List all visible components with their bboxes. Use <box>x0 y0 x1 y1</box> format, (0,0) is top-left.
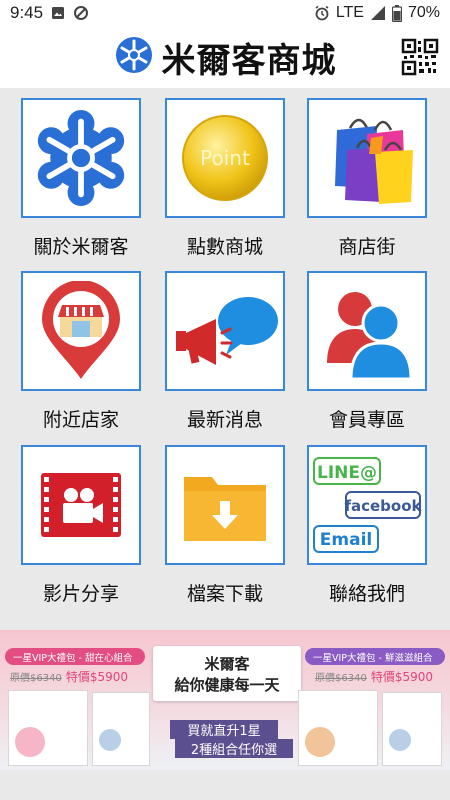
menu-item-nearby-stores[interactable]: 附近店家 <box>11 271 151 441</box>
promo-line1: 買就直升1星 <box>170 720 278 739</box>
brand-logo-icon <box>114 35 154 79</box>
tile-icon-box <box>21 271 141 391</box>
menu-label: 點數商城 <box>186 236 263 258</box>
download-folder-icon <box>184 477 266 541</box>
menu-grid: 關於米爾客 Point 點數商城 商店街 附近店家 最新消息 會員專區 影片分享… <box>0 88 450 628</box>
right-price: 原價$6340 特價$5900 <box>315 668 433 685</box>
menu-label: 商店街 <box>338 236 396 258</box>
menu-item-about[interactable]: 關於米爾客 <box>11 98 151 268</box>
battery-percent: 70% <box>407 4 440 21</box>
signal-icon <box>370 5 386 21</box>
app-title: 米爾客商城 <box>161 40 337 81</box>
qr-code-icon <box>401 38 439 76</box>
status-time: 9:45 <box>10 3 44 22</box>
menu-label: 聯絡我們 <box>328 583 405 605</box>
menu-item-file-download[interactable]: 檔案下載 <box>155 445 295 615</box>
product-box <box>8 690 88 766</box>
tile-icon-box <box>21 98 141 218</box>
menu-item-latest-news[interactable]: 最新消息 <box>155 271 295 441</box>
left-offer-pill: 一星VIP大禮包 - 甜在心組合 <box>5 648 145 665</box>
right-offer-pill: 一星VIP大禮包 - 鮮滋滋組合 <box>305 648 445 665</box>
menu-label: 附近店家 <box>42 409 119 431</box>
brand: 米爾客商城 <box>114 33 337 82</box>
left-price-original: 原價$6340 <box>10 673 62 684</box>
menu-item-videos[interactable]: 影片分享 <box>11 445 151 615</box>
menu-label: 會員專區 <box>328 409 405 431</box>
bottom-band <box>0 770 450 800</box>
menu-item-contact-us[interactable]: LINE@ facebook Email 聯絡我們 <box>297 445 437 615</box>
product-box <box>298 690 378 766</box>
left-price-sale: 特價$5900 <box>65 670 128 684</box>
megaphone-chat-icon <box>176 297 278 365</box>
shopping-bags-icon <box>335 118 413 204</box>
menu-item-points-mall[interactable]: Point 點數商城 <box>155 98 295 268</box>
tile-icon-box <box>307 271 427 391</box>
contact-channels-icon: LINE@ facebook Email <box>313 457 423 553</box>
qr-code-button[interactable] <box>398 35 442 79</box>
point-coin-icon: Point <box>182 115 268 201</box>
menu-label: 檔案下載 <box>186 583 263 605</box>
menu-label: 最新消息 <box>186 409 263 431</box>
tile-icon-box <box>165 271 285 391</box>
promo-line2: 2種組合任你選 <box>175 739 293 758</box>
menu-item-shopping-street[interactable]: 商店街 <box>297 98 437 268</box>
tile-icon-box <box>307 98 427 218</box>
tile-icon-box: LINE@ facebook Email <box>307 445 427 565</box>
slogan-line1: 米爾客 <box>204 654 250 673</box>
members-icon <box>327 292 413 381</box>
video-camera-icon <box>41 473 121 537</box>
left-price: 原價$6340 特價$5900 <box>10 668 128 685</box>
right-price-original: 原價$6340 <box>315 673 367 684</box>
line-label: LINE@ <box>317 463 377 483</box>
menu-label: 關於米爾客 <box>33 236 129 258</box>
status-bar: 9:45 LTE 70% <box>0 0 450 26</box>
battery-icon <box>391 4 402 22</box>
tile-icon-box <box>21 445 141 565</box>
slogan-card: 米爾客 給你健康每一天 <box>153 646 301 701</box>
snowflake-logo-icon <box>37 110 125 206</box>
tile-icon-box <box>165 445 285 565</box>
image-notification-icon <box>51 6 65 20</box>
data-saver-icon <box>73 5 89 21</box>
product-box <box>382 692 442 766</box>
facebook-label: facebook <box>344 497 422 515</box>
tile-icon-box: Point <box>165 98 285 218</box>
slogan-line2: 給你健康每一天 <box>174 675 280 694</box>
alarm-icon <box>314 5 330 21</box>
right-price-sale: 特價$5900 <box>370 670 433 684</box>
menu-item-members[interactable]: 會員專區 <box>297 271 437 441</box>
app-header: 米爾客商城 <box>0 26 450 88</box>
coin-text: Point <box>200 146 250 170</box>
menu-label: 影片分享 <box>42 583 119 605</box>
store-location-pin-icon <box>42 281 120 379</box>
network-type-label: LTE <box>335 4 364 21</box>
promo-banner[interactable]: 一星VIP大禮包 - 甜在心組合 原價$6340 特價$5900 一星VIP大禮包… <box>0 630 450 770</box>
product-box <box>92 692 150 766</box>
email-label: Email <box>320 530 372 550</box>
